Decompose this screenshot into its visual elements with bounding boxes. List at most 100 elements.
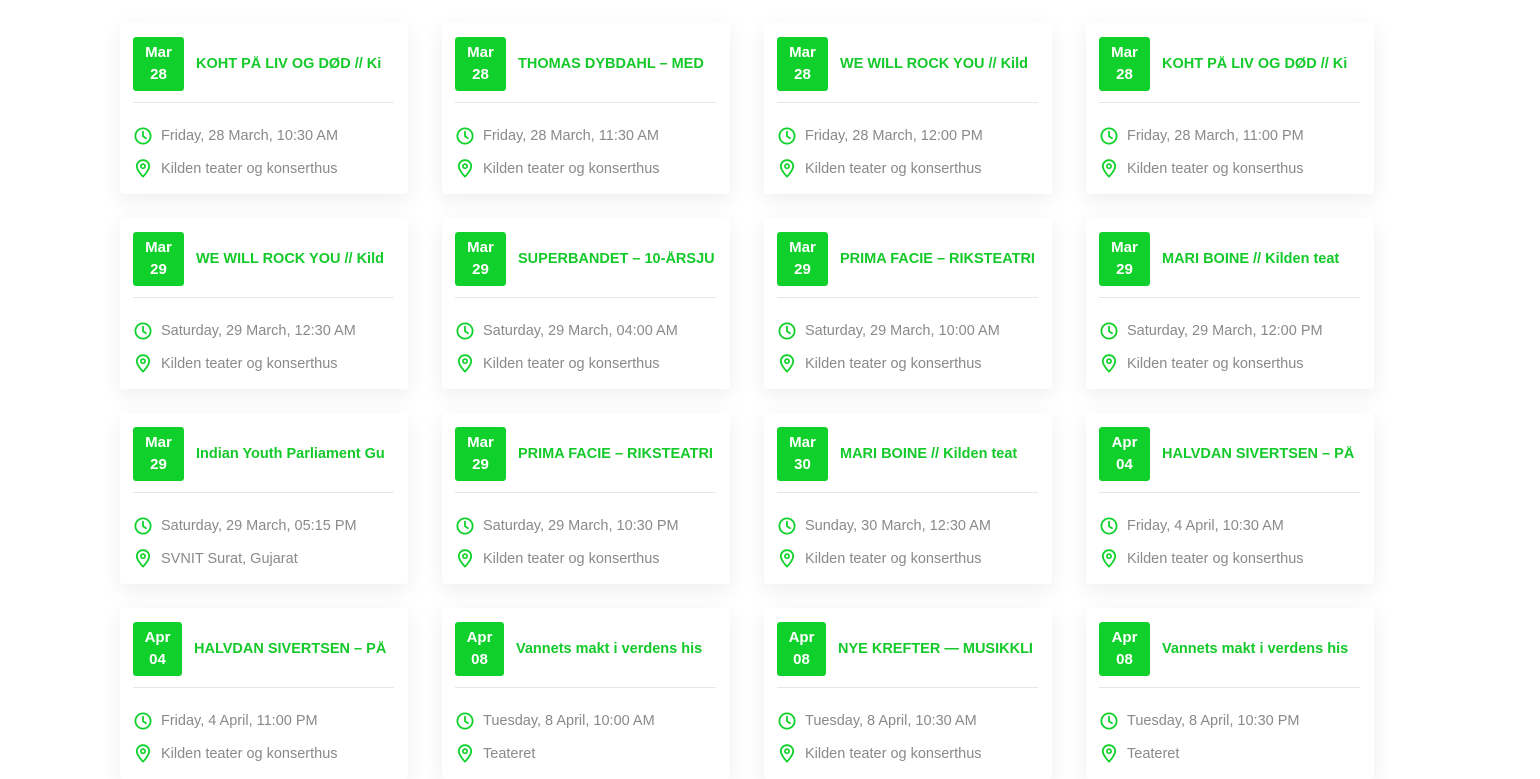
map-pin-icon bbox=[133, 744, 152, 763]
date-badge: Mar 28 bbox=[455, 37, 506, 91]
event-venue-row: Kilden teater og konserthus bbox=[777, 347, 1038, 380]
event-venue: Kilden teater og konserthus bbox=[483, 160, 660, 177]
event-title-link[interactable]: MARI BOINE // Kilden teat bbox=[1162, 251, 1360, 267]
event-meta: Friday, 28 March, 12:00 PM Kilden teater… bbox=[777, 103, 1038, 185]
date-badge-day: 08 bbox=[1116, 651, 1133, 668]
date-badge: Apr 04 bbox=[133, 622, 182, 676]
clock-icon bbox=[1099, 126, 1118, 145]
event-title-link[interactable]: PRIMA FACIE – RIKSTEATRI bbox=[518, 446, 716, 462]
event-card[interactable]: Mar 29 PRIMA FACIE – RIKSTEATRI Saturday… bbox=[764, 218, 1052, 389]
event-card[interactable]: Apr 04 HALVDAN SIVERTSEN – PÅ Friday, 4 … bbox=[1086, 413, 1374, 584]
event-title-link[interactable]: NYE KREFTER — MUSIKKLI bbox=[838, 641, 1038, 657]
event-card[interactable]: Mar 29 WE WILL ROCK YOU // Kild Saturday… bbox=[120, 218, 408, 389]
event-card-header: Mar 29 WE WILL ROCK YOU // Kild bbox=[133, 232, 394, 298]
date-badge-month: Mar bbox=[1111, 44, 1138, 61]
event-time: Tuesday, 8 April, 10:30 AM bbox=[805, 712, 977, 729]
date-badge: Mar 29 bbox=[777, 232, 828, 286]
event-title-link[interactable]: SUPERBANDET – 10-ÅRSJU bbox=[518, 251, 716, 267]
event-time: Friday, 28 March, 11:00 PM bbox=[1127, 127, 1304, 144]
event-card-header: Mar 28 KOHT PÅ LIV OG DØD // Ki bbox=[133, 37, 394, 103]
date-badge-month: Mar bbox=[789, 44, 816, 61]
event-card-header: Mar 28 KOHT PÅ LIV OG DØD // Ki bbox=[1099, 37, 1360, 103]
event-title-link[interactable]: MARI BOINE // Kilden teat bbox=[840, 446, 1038, 462]
event-venue-row: Kilden teater og konserthus bbox=[777, 737, 1038, 770]
event-card-header: Mar 30 MARI BOINE // Kilden teat bbox=[777, 427, 1038, 493]
event-time: Friday, 4 April, 10:30 AM bbox=[1127, 517, 1284, 534]
map-pin-icon bbox=[455, 549, 474, 568]
event-card[interactable]: Mar 29 MARI BOINE // Kilden teat Saturda… bbox=[1086, 218, 1374, 389]
clock-icon bbox=[455, 321, 474, 340]
event-card[interactable]: Mar 28 WE WILL ROCK YOU // Kild Friday, … bbox=[764, 23, 1052, 194]
event-card[interactable]: Mar 30 MARI BOINE // Kilden teat Sunday,… bbox=[764, 413, 1052, 584]
event-venue-row: Kilden teater og konserthus bbox=[1099, 347, 1360, 380]
date-badge: Apr 08 bbox=[1099, 622, 1150, 676]
event-card[interactable]: Mar 28 THOMAS DYBDAHL – MED Friday, 28 M… bbox=[442, 23, 730, 194]
event-venue-row: Kilden teater og konserthus bbox=[777, 152, 1038, 185]
map-pin-icon bbox=[455, 744, 474, 763]
date-badge-month: Apr bbox=[1111, 629, 1138, 646]
event-venue-row: Kilden teater og konserthus bbox=[1099, 542, 1360, 575]
event-meta: Tuesday, 8 April, 10:30 AM Kilden teater… bbox=[777, 688, 1038, 770]
clock-icon bbox=[777, 321, 796, 340]
event-title-link[interactable]: Indian Youth Parliament Gu bbox=[196, 446, 394, 462]
event-card[interactable]: Mar 29 PRIMA FACIE – RIKSTEATRI Saturday… bbox=[442, 413, 730, 584]
date-badge: Mar 29 bbox=[133, 232, 184, 286]
clock-icon bbox=[1099, 321, 1118, 340]
date-badge-day: 30 bbox=[794, 456, 811, 473]
event-card[interactable]: Apr 08 Vannets makt i verdens his Tuesda… bbox=[1086, 608, 1374, 779]
event-title-link[interactable]: HALVDAN SIVERTSEN – PÅ bbox=[194, 641, 394, 657]
event-title-link[interactable]: KOHT PÅ LIV OG DØD // Ki bbox=[196, 56, 394, 72]
date-badge: Apr 08 bbox=[777, 622, 826, 676]
event-meta: Friday, 28 March, 11:00 PM Kilden teater… bbox=[1099, 103, 1360, 185]
clock-icon bbox=[1099, 516, 1118, 535]
clock-icon bbox=[777, 126, 796, 145]
event-card[interactable]: Mar 28 KOHT PÅ LIV OG DØD // Ki Friday, … bbox=[1086, 23, 1374, 194]
date-badge-day: 29 bbox=[472, 456, 489, 473]
event-title-link[interactable]: KOHT PÅ LIV OG DØD // Ki bbox=[1162, 56, 1360, 72]
date-badge-month: Mar bbox=[145, 44, 172, 61]
date-badge: Mar 30 bbox=[777, 427, 828, 481]
event-title-link[interactable]: WE WILL ROCK YOU // Kild bbox=[840, 56, 1038, 72]
event-time: Tuesday, 8 April, 10:30 PM bbox=[1127, 712, 1300, 729]
date-badge-day: 29 bbox=[150, 261, 167, 278]
event-card[interactable]: Apr 04 HALVDAN SIVERTSEN – PÅ Friday, 4 … bbox=[120, 608, 408, 779]
map-pin-icon bbox=[133, 159, 152, 178]
event-card-header: Mar 28 THOMAS DYBDAHL – MED bbox=[455, 37, 716, 103]
event-card[interactable]: Apr 08 NYE KREFTER — MUSIKKLI Tuesday, 8… bbox=[764, 608, 1052, 779]
map-pin-icon bbox=[455, 159, 474, 178]
map-pin-icon bbox=[455, 354, 474, 373]
event-title-link[interactable]: WE WILL ROCK YOU // Kild bbox=[196, 251, 394, 267]
event-time-row: Saturday, 29 March, 12:30 AM bbox=[133, 314, 394, 347]
event-time-row: Tuesday, 8 April, 10:30 AM bbox=[777, 704, 1038, 737]
event-card[interactable]: Mar 28 KOHT PÅ LIV OG DØD // Ki Friday, … bbox=[120, 23, 408, 194]
event-venue-row: Teateret bbox=[455, 737, 716, 770]
event-time-row: Friday, 28 March, 11:00 PM bbox=[1099, 119, 1360, 152]
event-card[interactable]: Apr 08 Vannets makt i verdens his Tuesda… bbox=[442, 608, 730, 779]
event-title-link[interactable]: THOMAS DYBDAHL – MED bbox=[518, 56, 716, 72]
event-time: Friday, 4 April, 11:00 PM bbox=[161, 712, 318, 729]
event-time-row: Tuesday, 8 April, 10:30 PM bbox=[1099, 704, 1360, 737]
event-time: Saturday, 29 March, 05:15 PM bbox=[161, 517, 357, 534]
event-venue: Kilden teater og konserthus bbox=[161, 160, 338, 177]
clock-icon bbox=[777, 711, 796, 730]
date-badge: Mar 29 bbox=[455, 427, 506, 481]
event-time-row: Sunday, 30 March, 12:30 AM bbox=[777, 509, 1038, 542]
event-venue: Kilden teater og konserthus bbox=[805, 160, 982, 177]
event-card-header: Mar 28 WE WILL ROCK YOU // Kild bbox=[777, 37, 1038, 103]
date-badge-day: 28 bbox=[794, 66, 811, 83]
event-card[interactable]: Mar 29 Indian Youth Parliament Gu Saturd… bbox=[120, 413, 408, 584]
event-time-row: Friday, 28 March, 12:00 PM bbox=[777, 119, 1038, 152]
event-title-link[interactable]: PRIMA FACIE – RIKSTEATRI bbox=[840, 251, 1038, 267]
event-time-row: Tuesday, 8 April, 10:00 AM bbox=[455, 704, 716, 737]
clock-icon bbox=[455, 126, 474, 145]
map-pin-icon bbox=[1099, 354, 1118, 373]
clock-icon bbox=[133, 711, 152, 730]
event-title-link[interactable]: Vannets makt i verdens his bbox=[1162, 641, 1360, 657]
date-badge: Apr 04 bbox=[1099, 427, 1150, 481]
event-card[interactable]: Mar 29 SUPERBANDET – 10-ÅRSJU Saturday, … bbox=[442, 218, 730, 389]
date-badge-month: Mar bbox=[145, 434, 172, 451]
map-pin-icon bbox=[133, 354, 152, 373]
event-meta: Saturday, 29 March, 12:00 PM Kilden teat… bbox=[1099, 298, 1360, 380]
event-title-link[interactable]: HALVDAN SIVERTSEN – PÅ bbox=[1162, 446, 1360, 462]
event-title-link[interactable]: Vannets makt i verdens his bbox=[516, 641, 716, 657]
